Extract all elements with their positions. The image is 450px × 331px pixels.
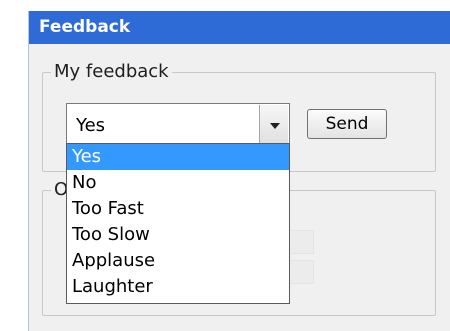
option-too-slow[interactable]: Too Slow [67, 222, 289, 248]
feedback-options-list[interactable]: Yes No Too Fast Too Slow Applause Laught… [66, 143, 290, 304]
chevron-down-icon [270, 123, 280, 129]
option-laughter[interactable]: Laughter [67, 274, 289, 300]
combobox-value: Yes [76, 115, 106, 136]
feedback-combobox[interactable]: Yes [66, 103, 290, 147]
option-too-fast[interactable]: Too Fast [67, 196, 289, 222]
my-feedback-legend: My feedback [51, 61, 172, 83]
option-yes[interactable]: Yes [67, 144, 289, 170]
option-no[interactable]: No [67, 170, 289, 196]
send-button[interactable]: Send [307, 109, 387, 139]
option-applause[interactable]: Applause [67, 248, 289, 274]
panel-title: Feedback [29, 11, 450, 44]
dropdown-button[interactable] [259, 105, 288, 147]
